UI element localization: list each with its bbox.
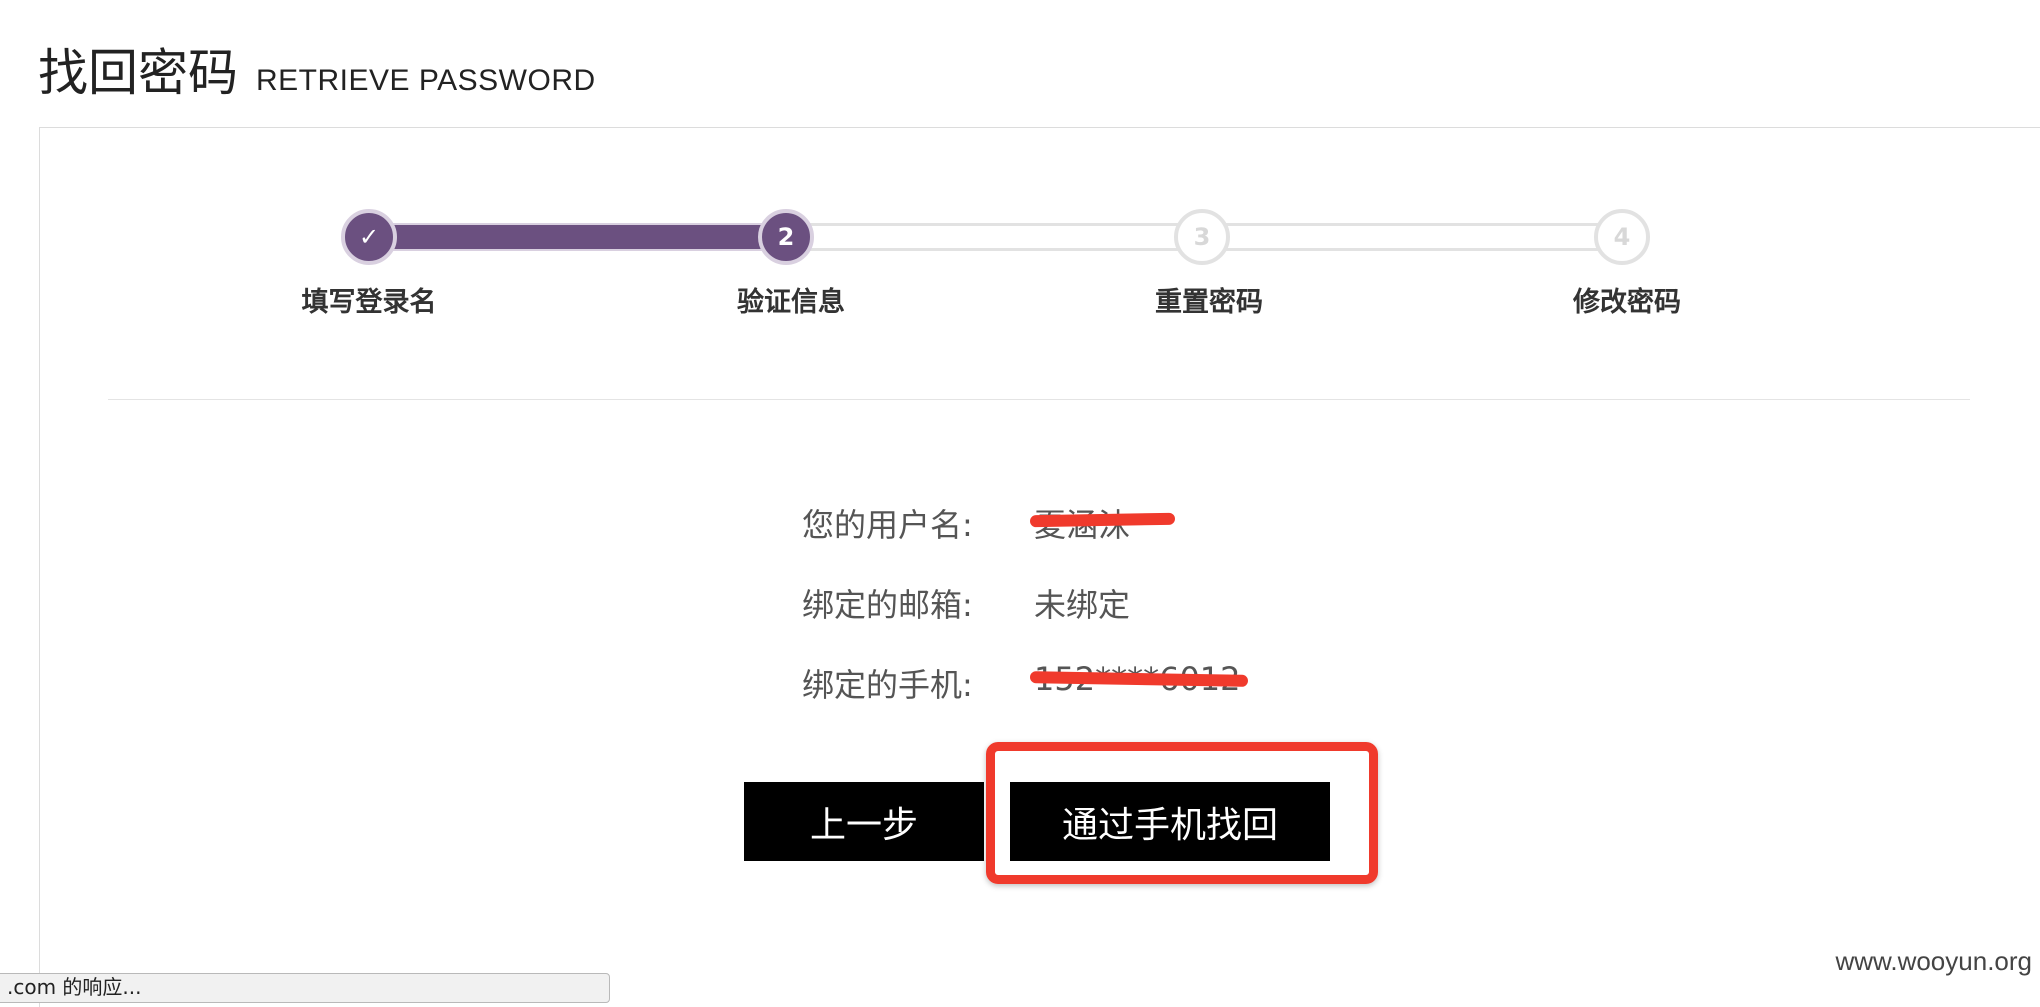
step-4-label: 修改密码 — [1573, 287, 1681, 318]
step-3-label: 重置密码 — [1155, 287, 1263, 318]
progress-track-completed — [367, 223, 786, 251]
page-heading: 找回密码 RETRIEVE PASSWORD — [38, 38, 596, 108]
check-icon: ✓ — [358, 223, 380, 251]
step-2-marker: 2 — [758, 209, 814, 265]
step-2-label: 验证信息 — [737, 287, 845, 318]
watermark: www.wooyun.org — [1835, 946, 2032, 976]
step-1-label: 填写登录名 — [301, 287, 437, 318]
phone-label: 绑定的手机: — [802, 666, 973, 704]
username-label: 您的用户名: — [802, 506, 973, 544]
step-3-marker: 3 — [1174, 209, 1230, 265]
browser-status-bar: .com 的响应... — [0, 973, 610, 1003]
section-divider — [108, 399, 1970, 400]
step-1-marker: ✓ — [341, 209, 397, 265]
annotation-highlight-box — [986, 742, 1378, 884]
email-label: 绑定的邮箱: — [802, 586, 973, 624]
username-redaction-mark — [1029, 512, 1176, 528]
page-title: 找回密码 — [38, 44, 238, 102]
previous-step-button[interactable]: 上一步 — [744, 782, 984, 861]
step-4-marker: 4 — [1594, 209, 1650, 265]
page-subtitle: RETRIEVE PASSWORD — [256, 64, 596, 97]
email-value: 未绑定 — [1034, 586, 1131, 624]
